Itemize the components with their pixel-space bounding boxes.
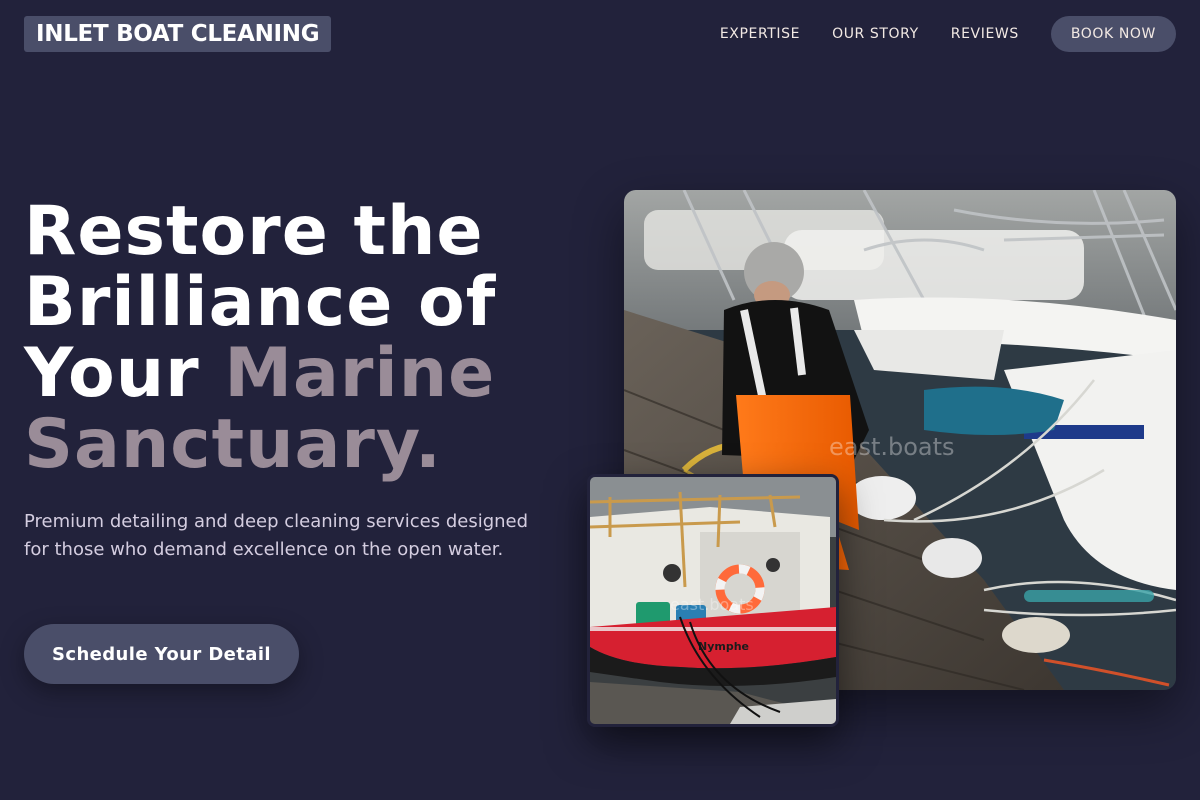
inset-image-red-boat: Nymphe east.boats <box>587 474 839 727</box>
schedule-detail-button[interactable]: Schedule Your Detail <box>24 624 299 684</box>
nav-link-reviews[interactable]: REVIEWS <box>951 26 1019 42</box>
hero-title: Restore the Brilliance of Your Marine Sa… <box>24 196 584 480</box>
nav-link-our-story[interactable]: OUR STORY <box>832 26 919 42</box>
site-logo[interactable]: INLET BOAT CLEANING <box>24 16 332 52</box>
main-image-watermark: east.boats <box>829 433 955 461</box>
main-nav: EXPERTISE OUR STORY REVIEWS BOOK NOW <box>720 16 1176 52</box>
site-header: INLET BOAT CLEANING EXPERTISE OUR STORY … <box>0 0 1200 68</box>
hero-subtitle: Premium detailing and deep cleaning serv… <box>24 511 529 560</box>
inset-boat-name: Nymphe <box>698 640 749 653</box>
hero-title-line-2: Brilliance of <box>24 263 497 342</box>
nav-link-expertise[interactable]: EXPERTISE <box>720 26 800 42</box>
hero-title-accent-1: Marine <box>224 334 496 413</box>
hero-title-accent-2: Sanctuary. <box>24 405 442 484</box>
hero-title-line-3: Your <box>24 334 225 413</box>
inset-image-watermark: east.boats <box>670 595 754 614</box>
book-now-button[interactable]: BOOK NOW <box>1050 16 1176 52</box>
hero-title-line-1: Restore the <box>24 192 484 271</box>
